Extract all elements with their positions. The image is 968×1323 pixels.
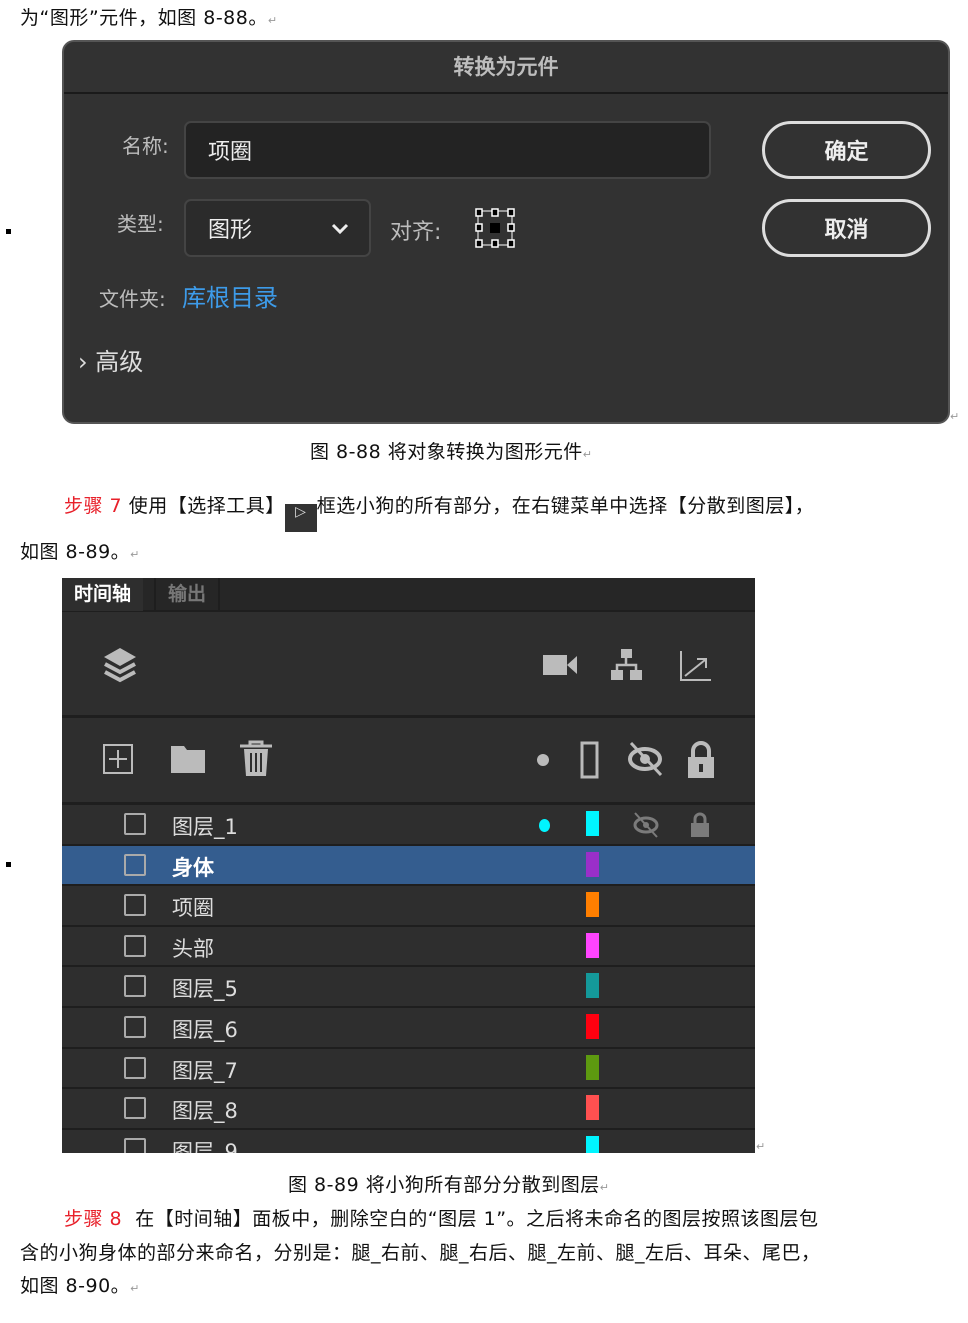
delete-icon[interactable] (239, 740, 273, 778)
active-layer-dot-icon (539, 819, 550, 832)
layer-page-icon (124, 975, 146, 998)
paragraph-mark: ↵ (130, 1282, 140, 1295)
layer-name: 头部 (172, 936, 214, 961)
new-layer-icon[interactable] (103, 744, 133, 774)
layer-page-icon (124, 934, 146, 957)
caption-text: 图 8-89 将小狗所有部分分散到图层 (288, 1174, 600, 1196)
figure-caption: 图 8-88 将对象转换为图形元件↵ (310, 437, 592, 464)
step-label: 步骤 7 (64, 495, 123, 517)
step8-line2: 含的小狗身体的部分来命名，分别是：腿_右前、腿_右后、腿_左前、腿_左后、耳朵、… (20, 1242, 821, 1264)
paragraph-mark: ↵ (950, 410, 960, 423)
layer-row[interactable]: 项圈 (62, 884, 755, 924)
layer-color-swatch[interactable] (586, 1095, 599, 1121)
layer-color-swatch[interactable] (586, 851, 599, 877)
align-label: 对齐: (390, 220, 442, 245)
figure-caption: 图 8-89 将小狗所有部分分散到图层↵ (288, 1170, 609, 1197)
layer-name: 图层_9 (172, 1139, 238, 1153)
layer-color-swatch[interactable] (586, 811, 599, 836)
layers-icon[interactable] (102, 646, 138, 684)
chevron-right-icon: › (78, 348, 88, 376)
step8-text: 在【时间轴】面板中，删除空白的“图层 1”。之后将未命名的图层按照该图层包 (135, 1208, 819, 1230)
type-select[interactable]: 图形 (184, 199, 371, 257)
graph-icon[interactable] (679, 650, 713, 682)
step8-line3: 如图 8-90。↵ (20, 1271, 140, 1298)
intro-line: 为“图形”元件，如图 8-88。↵ (20, 3, 278, 30)
step7-paragraph: 步骤 7 使用【选择工具】 ▷ 框选小狗的所有部分，在右键菜单中选择【分散到图层】， (64, 491, 814, 532)
ok-button[interactable]: 确定 (762, 121, 931, 179)
type-select-value: 图形 (208, 218, 253, 243)
layer-color-swatch[interactable] (586, 1014, 599, 1039)
layer-row[interactable]: 头部 (62, 924, 755, 965)
step8-paragraph: 步骤 8 在【时间轴】面板中，删除空白的“图层 1”。之后将未命名的图层按照该图… (64, 1204, 819, 1231)
layer-page-icon (124, 853, 146, 876)
camera-icon[interactable] (542, 653, 578, 677)
layer-page-icon (124, 1016, 146, 1038)
layer-page-icon (124, 894, 146, 917)
step7-text-end: 如图 8-89。 (20, 541, 131, 563)
layer-row[interactable]: 图层_8 (62, 1087, 755, 1127)
layer-page-icon (124, 1097, 146, 1120)
paragraph-mark: ↵ (582, 448, 593, 461)
layer-color-swatch[interactable] (586, 932, 599, 958)
layer-color-swatch[interactable] (586, 1054, 599, 1080)
paragraph-mark: ↵ (130, 548, 140, 561)
layer-color-swatch[interactable] (586, 892, 599, 918)
visibility-off-icon[interactable] (632, 812, 660, 838)
step7-text: 使用【选择工具】 (128, 495, 285, 517)
layer-row[interactable]: 图层_6 (62, 1006, 755, 1046)
advanced-label: 高级 (95, 348, 144, 376)
bullet-marker (6, 229, 11, 234)
layer-color-swatch[interactable] (586, 1135, 599, 1153)
step7-text-cont: 框选小狗的所有部分，在右键菜单中选择【分散到图层】， (316, 495, 815, 517)
registration-grid-icon[interactable] (475, 208, 515, 248)
chevron-down-icon (331, 223, 349, 235)
tab-output[interactable]: 输出 (154, 578, 221, 611)
convert-to-symbol-dialog: 转换为元件 名称: 项圈 类型: 图形 对齐: 确定 取消 文件夹: 库根目录 … (62, 40, 950, 424)
selection-tool-icon: ▷ (284, 504, 317, 532)
layer-name: 图层_5 (172, 977, 238, 1002)
layer-name: 图层_1 (172, 815, 238, 839)
paragraph-mark: ↵ (267, 14, 278, 27)
layer-name: 身体 (172, 855, 214, 880)
folder-label: 文件夹: (99, 287, 166, 311)
layer-page-icon (124, 1137, 146, 1153)
layer-color-swatch[interactable] (586, 973, 599, 999)
layer-row[interactable]: 图层_1 (62, 803, 755, 843)
intro-text: 为“图形”元件，如图 8-88。 (20, 7, 268, 29)
step7-line2: 如图 8-89。↵ (20, 537, 140, 564)
parenting-icon[interactable] (610, 648, 644, 682)
layer-row[interactable]: 图层_9 (62, 1127, 755, 1153)
step-label: 步骤 8 (64, 1208, 123, 1230)
dialog-title: 转换为元件 (64, 42, 948, 94)
layer-row[interactable]: 图层_7 (62, 1046, 755, 1087)
layer-name: 图层_6 (172, 1018, 238, 1042)
name-label: 名称: (122, 134, 169, 158)
cancel-button[interactable]: 取消 (762, 199, 931, 257)
active-layer-dot-icon (537, 754, 549, 766)
paragraph-mark: ↵ (599, 1181, 610, 1194)
layer-name: 图层_7 (172, 1058, 238, 1083)
timeline-panel: 时间轴 输出 图层_1 身体 项圈 头部 图层_5 图层_6 图层_7 图层_8… (62, 578, 755, 1153)
step8-text-end: 如图 8-90。 (20, 1275, 131, 1297)
caption-text: 图 8-88 将对象转换为图形元件 (310, 441, 583, 463)
visibility-off-icon[interactable] (627, 741, 665, 777)
layer-row[interactable]: 图层_5 (62, 965, 755, 1005)
folder-link[interactable]: 库根目录 (182, 278, 278, 313)
type-label: 类型: (117, 212, 164, 236)
lock-icon[interactable] (690, 812, 710, 838)
name-input[interactable]: 项圈 (184, 121, 711, 179)
paragraph-mark: ↵ (756, 1140, 766, 1153)
layer-page-icon (124, 1056, 146, 1079)
bullet-marker (6, 862, 11, 867)
layer-name: 项圈 (172, 896, 214, 921)
tab-timeline[interactable]: 时间轴 (62, 578, 144, 611)
divider (62, 715, 755, 718)
outline-icon[interactable] (580, 741, 600, 779)
advanced-toggle[interactable]: › 高级 (78, 342, 143, 377)
layer-page-icon (124, 813, 146, 835)
new-folder-icon[interactable] (170, 744, 206, 774)
lock-icon[interactable] (686, 741, 716, 779)
layer-row[interactable]: 身体 (62, 843, 755, 884)
layer-name: 图层_8 (172, 1099, 238, 1124)
